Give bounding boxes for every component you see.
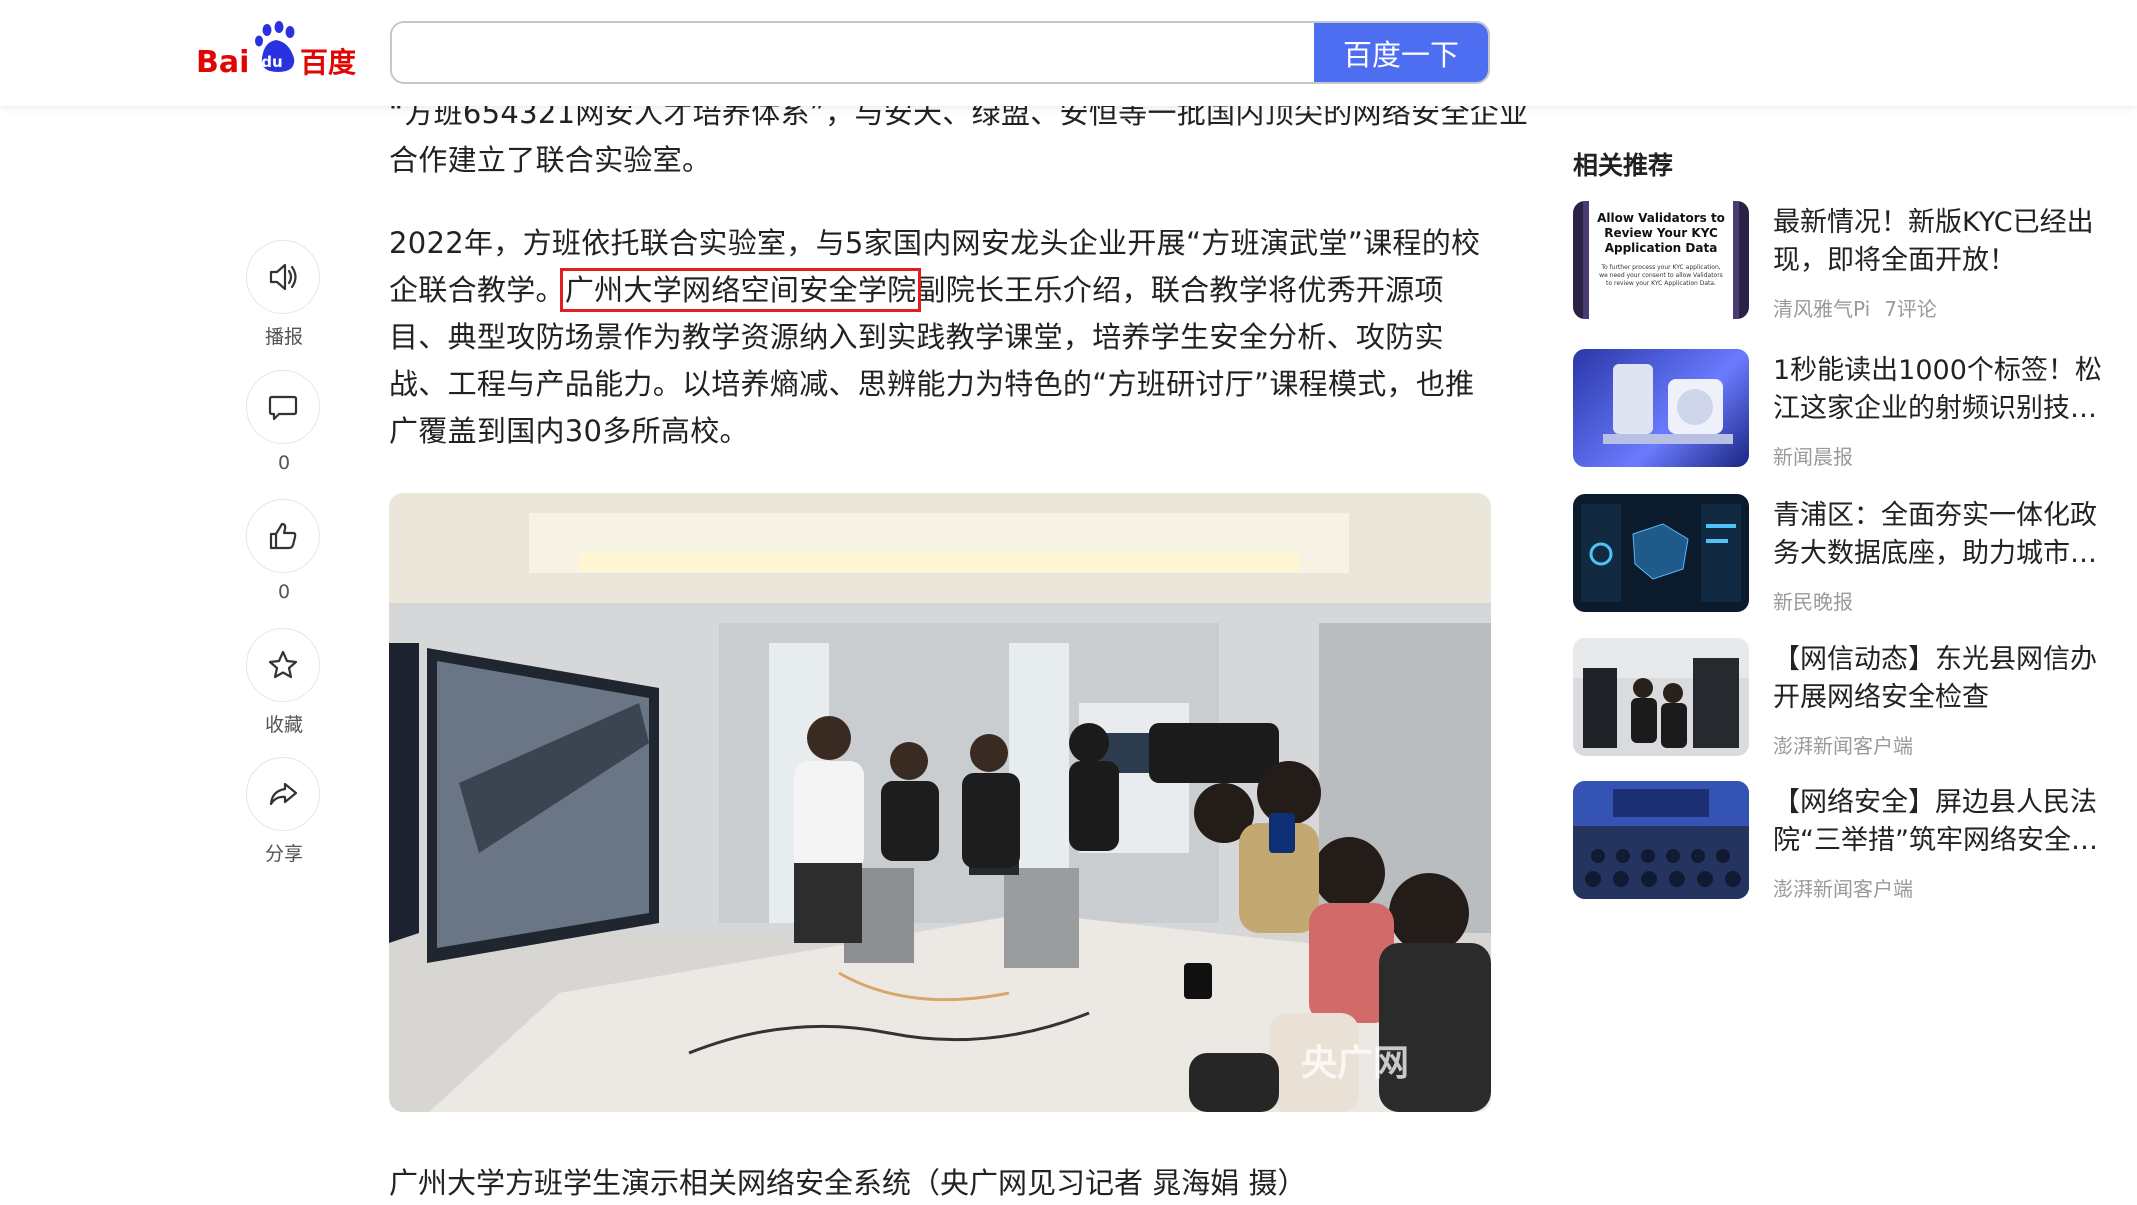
related-item-title[interactable]: 【网络安全】屏边县人民法院“三举措”筑牢网络安全防线 [1773,784,2113,860]
related-item[interactable]: 青浦区：全面夯实一体化政务大数据底座，助力城市数字... 新民晚报 [1573,494,2113,615]
related-item-meta: 澎湃新闻客户端 [1773,873,1913,902]
paragraph-2: 2022年，方班依托联合实验室，与5家国内网安龙头企业开展“方班演武堂”课程的校… [389,220,1491,455]
related-thumbnail[interactable]: Allow Validators to Review Your KYC Appl… [1573,201,1749,319]
related-item-source: 澎湃新闻客户端 [1773,734,1913,758]
comment-icon [268,395,298,421]
related-item-title[interactable]: 【网信动态】东光县网信办开展网络安全检查 [1773,641,2113,717]
related-item-source: 澎湃新闻客户端 [1773,877,1913,901]
comment-count: 0 [277,452,291,474]
thumbnail-heading: Allow Validators to Review Your KYC Appl… [1597,211,1725,255]
related-item-comments: 7评论 [1884,297,1937,321]
svg-text:百度: 百度 [300,46,356,79]
star-icon [268,650,298,679]
like-button[interactable] [246,499,320,573]
baidu-logo[interactable]: du Bai 百度 [196,20,361,86]
favorite-button[interactable] [246,628,320,702]
top-header: du Bai 百度 百度一下 [0,0,2137,106]
related-item-meta: 清风雅气Pi 7评论 [1773,293,1937,322]
related-item-source: 新民晚报 [1773,590,1853,614]
paragraph-1-line-2: 合作建立了联合实验室。 [389,143,712,177]
related-thumbnail[interactable] [1573,638,1749,756]
related-item-meta: 新民晚报 [1773,586,1853,615]
broadcast-action[interactable]: 播报 [246,240,322,349]
related-item[interactable]: 【网络安全】屏边县人民法院“三举措”筑牢网络安全防线 澎湃新闻客户端 [1573,781,2113,902]
related-item-meta: 澎湃新闻客户端 [1773,730,1913,759]
related-item[interactable]: 【网信动态】东光县网信办开展网络安全检查 澎湃新闻客户端 [1573,638,2113,759]
comment-action[interactable]: 0 [246,370,322,474]
related-item-source: 新闻晨报 [1773,445,1853,469]
like-count: 0 [277,581,291,603]
related-thumbnail[interactable] [1573,781,1749,899]
related-item[interactable]: Allow Validators to Review Your KYC Appl… [1573,201,2113,322]
speaker-icon [269,263,297,291]
search-button[interactable]: 百度一下 [1314,23,1488,82]
server-room-image [1573,638,1749,748]
comment-button[interactable] [246,370,320,444]
favorite-action[interactable]: 收藏 [246,628,322,737]
related-thumbnail[interactable] [1573,494,1749,612]
photo-caption: 广州大学方班学生演示相关网络安全系统（央广网见习记者 晁海娟 摄） [389,1166,1307,1200]
related-item-meta: 新闻晨报 [1773,441,1853,470]
related-item[interactable]: 1秒能读出1000个标签！松江这家企业的射频识别技术全... 新闻晨报 [1573,349,2113,470]
related-item-title[interactable]: 最新情况！新版KYC已经出现，即将全面开放！ [1773,204,2113,280]
favorite-label: 收藏 [264,714,303,736]
related-item-title[interactable]: 1秒能读出1000个标签！松江这家企业的射频识别技术全... [1773,352,2113,428]
related-recommendations-title: 相关推荐 [1573,151,1674,180]
related-item-title[interactable]: 青浦区：全面夯实一体化政务大数据底座，助力城市数字... [1773,497,2113,573]
data-dashboard-image [1581,504,1741,602]
svg-text:du: du [261,53,282,71]
related-thumbnail[interactable] [1573,349,1749,467]
photo-watermark: 央广网 [1300,1043,1409,1084]
thumbnail-body: To further process your KYC application,… [1599,264,1723,287]
search-input[interactable] [392,23,1316,82]
lab-photo-illustration [389,493,1491,1112]
search-box: 百度一下 [390,21,1490,84]
share-action[interactable]: 分享 [246,757,322,866]
share-icon [269,782,298,806]
highlighted-institute-name: 广州大学网络空间安全学院 [559,268,922,312]
meeting-hall-image [1573,781,1749,899]
rfid-device-image [1603,364,1733,444]
share-button[interactable] [246,757,320,831]
like-action[interactable]: 0 [246,499,322,603]
broadcast-button[interactable] [246,240,320,314]
share-label: 分享 [264,843,303,865]
related-item-source: 清风雅气Pi [1773,297,1871,321]
svg-text:Bai: Bai [196,45,249,80]
thumbs-up-icon [269,522,297,550]
article-photo[interactable]: 央广网 [389,493,1491,1112]
broadcast-label: 播报 [264,326,303,348]
